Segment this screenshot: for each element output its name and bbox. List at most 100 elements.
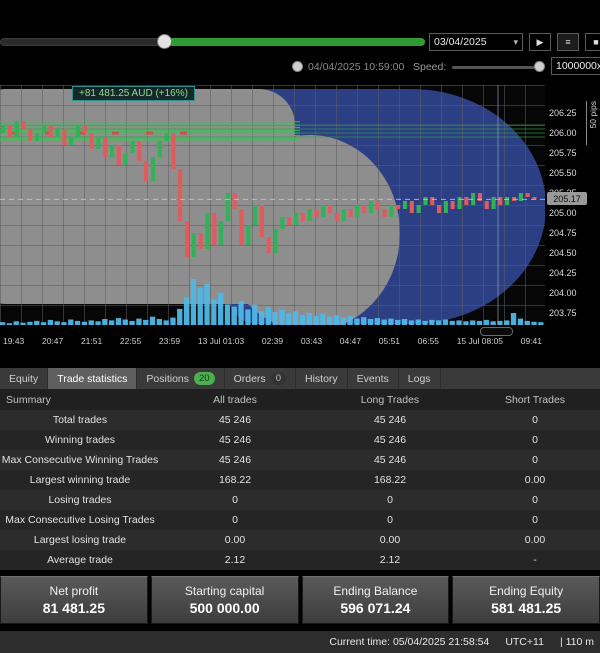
trade-statistics-table: SummaryAll tradesLong TradesShort Trades… (0, 389, 600, 570)
time-position-handle[interactable] (292, 61, 303, 72)
table-row[interactable]: Average trade2.122.12- (0, 550, 600, 570)
tab-badge: 20 (194, 372, 215, 385)
tab-label: Logs (408, 373, 431, 385)
stats-header-cell: Summary (0, 394, 160, 406)
price-label: 205.50 (549, 168, 577, 178)
tab-badge: 0 (271, 372, 286, 385)
tab-label: Positions (146, 373, 189, 385)
table-row[interactable]: Losing trades000 (0, 490, 600, 510)
time-label: 06:55 (418, 336, 439, 346)
time-axis-labels[interactable]: 19:4320:4721:5122:5523:5913 Jul 01:0302:… (0, 336, 545, 346)
summary-cards: Net profit81 481.25Starting capital500 0… (0, 576, 600, 624)
stat-label: Max Consecutive Winning Trades (0, 454, 160, 466)
stat-value: 0 (470, 454, 600, 466)
date-picker[interactable]: 03/04/2025 ▾ (429, 33, 523, 51)
stat-value: 0 (160, 514, 310, 526)
time-label: 03:43 (301, 336, 322, 346)
time-label: 19:43 (3, 336, 24, 346)
current-time-text: Current time: 05/04/2025 21:58:54 (329, 636, 489, 648)
tab-logs[interactable]: Logs (399, 368, 441, 389)
time-label: 22:55 (120, 336, 141, 346)
time-label: 21:51 (81, 336, 102, 346)
chart-section: +81 481.25 AUD (+16%) 205.17 50 pips 206… (0, 82, 600, 354)
stat-value: 0 (160, 494, 310, 506)
stat-value: 45 246 (310, 454, 470, 466)
time-label: 04:47 (340, 336, 361, 346)
table-row[interactable]: Max Consecutive Winning Trades45 24645 2… (0, 450, 600, 470)
chart-plot-area[interactable]: +81 481.25 AUD (+16%) (0, 85, 545, 325)
stat-value: 168.22 (160, 474, 310, 486)
price-label: 205.75 (549, 148, 577, 158)
card-label: Ending Equity (489, 584, 563, 598)
play-icon: ▶ (537, 37, 544, 48)
table-row[interactable]: Max Consecutive Losing Trades000 (0, 510, 600, 530)
speed-slider-handle[interactable] (534, 61, 545, 72)
stat-value: 0 (470, 414, 600, 426)
stats-header-cell: Long Trades (310, 394, 470, 406)
tab-bar: Equity Trade statistics Positions 20 Orders 0… (0, 368, 600, 389)
speed-slider-track[interactable] (452, 66, 544, 69)
tab-history[interactable]: History (296, 368, 348, 389)
stat-value: 0.00 (160, 534, 310, 546)
tab-label: Trade statistics (57, 373, 127, 385)
stop-button[interactable]: ■ (585, 33, 600, 51)
time-label: 15 Jul 08:05 (457, 336, 503, 346)
price-label: 206.25 (549, 108, 577, 118)
table-row[interactable]: Total trades45 24645 2460 (0, 410, 600, 430)
time-label: 20:47 (42, 336, 63, 346)
stat-value: 0 (310, 514, 470, 526)
tab-equity[interactable]: Equity (0, 368, 48, 389)
pips-scale-label: 50 pips (588, 101, 598, 128)
stat-value: 0.00 (470, 534, 600, 546)
price-label: 204.25 (549, 268, 577, 278)
table-row[interactable]: Largest winning trade168.22168.220.00 (0, 470, 600, 490)
card-value: 581 481.25 (491, 600, 561, 616)
replay-progress-fill (164, 38, 425, 46)
stat-label: Average trade (0, 554, 160, 566)
stats-table-body: Total trades45 24645 2460 Winning trades 4… (0, 410, 600, 570)
time-label: 05:51 (379, 336, 400, 346)
speed-value-box[interactable]: 1000000x (551, 57, 600, 75)
time-label: 02:39 (262, 336, 283, 346)
status-bar: Current time: 05/04/2025 21:58:54 UTC+11… (0, 631, 600, 653)
replay-progress-handle[interactable] (157, 34, 172, 49)
current-price-tag: 205.17 (547, 192, 587, 205)
chart-scrollbar-thumb[interactable] (480, 327, 513, 336)
speed-value: 1000000x (556, 60, 600, 72)
stat-label: Losing trades (0, 494, 160, 506)
time-label: 23:59 (159, 336, 180, 346)
stats-header-cell: All trades (160, 394, 310, 406)
tab-trade-statistics[interactable]: Trade statistics (48, 368, 137, 389)
price-axis[interactable]: 205.17 50 pips 206.25 206.00 205.75 205.50 2… (545, 85, 600, 325)
time-label: 09:41 (521, 336, 542, 346)
play-button[interactable]: ▶ (529, 33, 551, 51)
tab-orders[interactable]: Orders 0 (225, 368, 296, 389)
card-label: Ending Balance (333, 584, 417, 598)
card-label: Starting capital (185, 584, 264, 598)
profit-tooltip: +81 481.25 AUD (+16%) (72, 86, 195, 101)
card-label: Net profit (50, 584, 99, 598)
price-label: 206.00 (549, 128, 577, 138)
stat-value: 45 246 (310, 434, 470, 446)
stat-value: 0 (470, 514, 600, 526)
tab-label: History (305, 373, 338, 385)
stat-value: - (470, 554, 600, 566)
summary-card-ending-balance: Ending Balance596 071.24 (302, 576, 450, 624)
table-row[interactable]: Winning trades45 24645 2460 (0, 430, 600, 450)
menu-button[interactable]: ≡ (557, 33, 579, 51)
stat-value: 45 246 (310, 414, 470, 426)
stats-header-row: SummaryAll tradesLong TradesShort Trades (0, 389, 600, 410)
stat-value: 0.00 (310, 534, 470, 546)
pips-scale-line (586, 101, 587, 145)
tab-events[interactable]: Events (348, 368, 399, 389)
app-window: 03/04/2025 ▾ ▶ ≡ ■ 04/04/2025 10:59:00 S… (0, 0, 600, 653)
stat-label: Winning trades (0, 434, 160, 446)
status-right-text: | 110 m (560, 636, 594, 648)
stat-label: Largest losing trade (0, 534, 160, 546)
menu-icon: ≡ (565, 37, 570, 47)
tab-positions[interactable]: Positions 20 (137, 368, 224, 389)
timezone-text: UTC+11 (505, 636, 544, 648)
stat-value: 0.00 (470, 474, 600, 486)
tab-label: Orders (234, 373, 266, 385)
table-row[interactable]: Largest losing trade0.000.000.00 (0, 530, 600, 550)
